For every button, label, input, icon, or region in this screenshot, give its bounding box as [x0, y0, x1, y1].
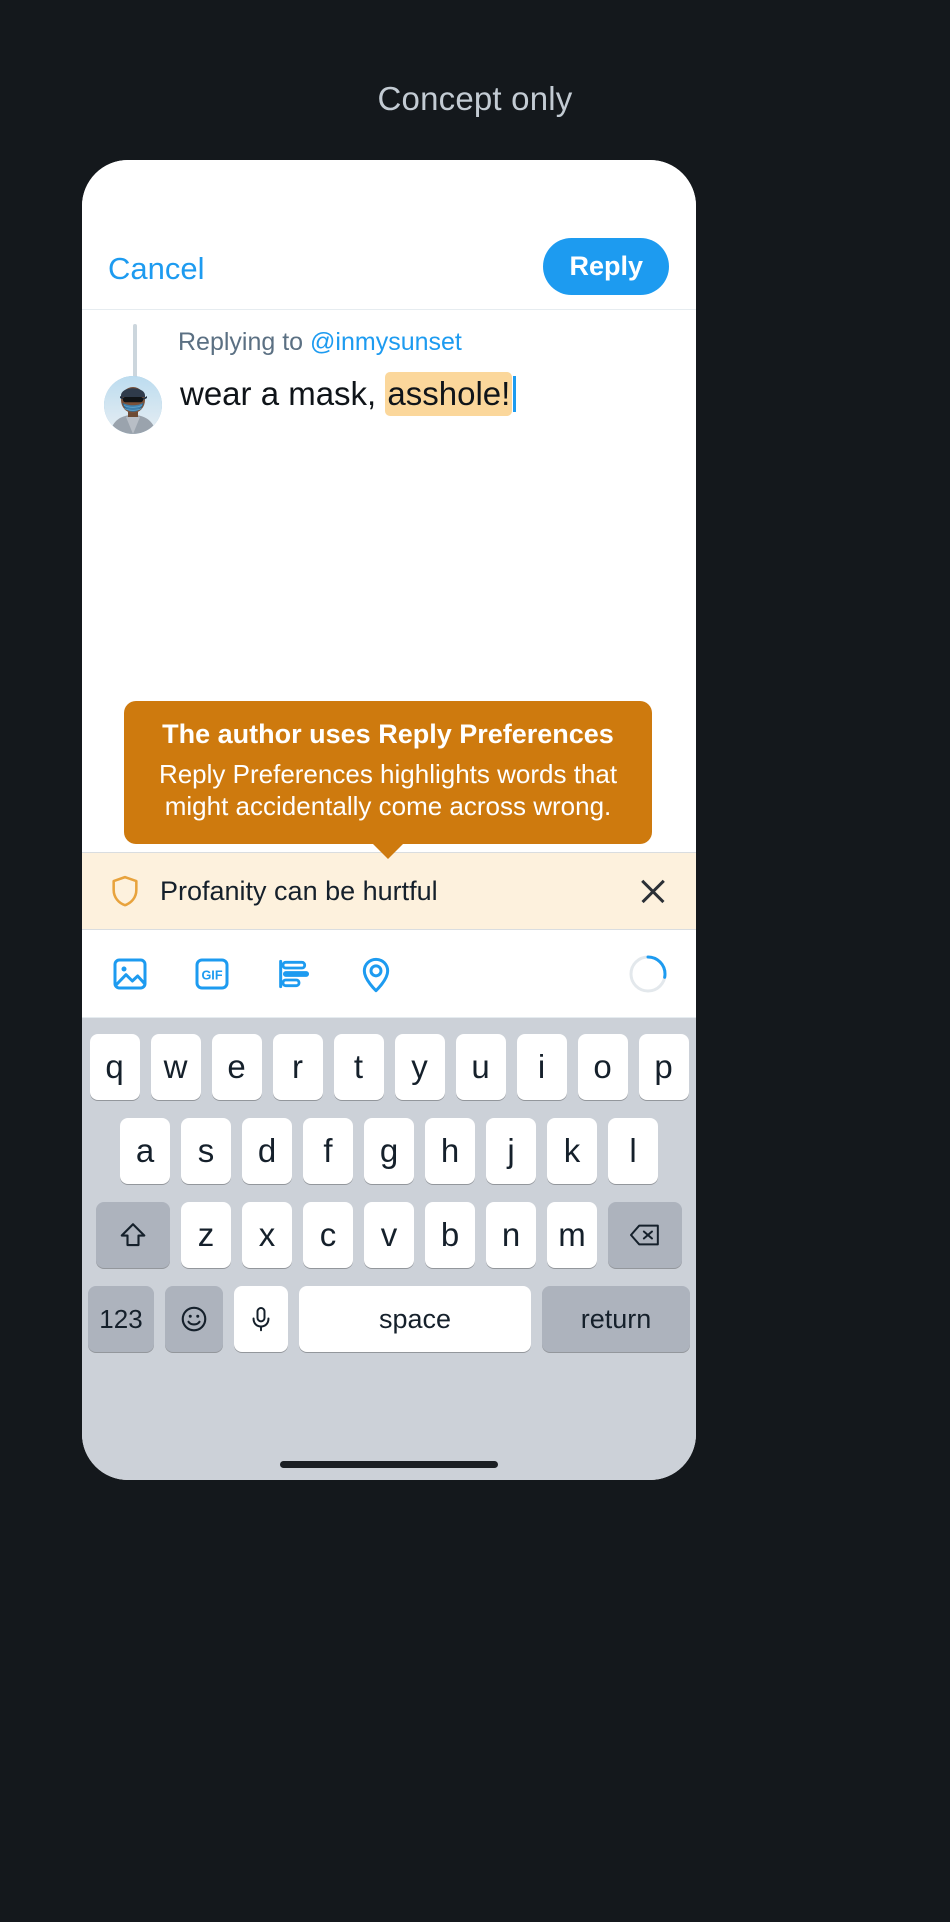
key-m[interactable]: m: [547, 1202, 597, 1268]
text-cursor: [513, 376, 517, 412]
key-d[interactable]: d: [242, 1118, 292, 1184]
keyboard-row-2: a s d f g h j k l: [82, 1118, 696, 1184]
replying-to-prefix: Replying to: [178, 328, 311, 356]
backspace-icon: [630, 1224, 659, 1246]
key-s[interactable]: s: [181, 1118, 231, 1184]
key-p[interactable]: p: [638, 1034, 689, 1100]
key-v[interactable]: v: [364, 1202, 414, 1268]
flagged-word-highlight: asshole!: [385, 372, 513, 416]
compose-toolbar: GIF: [82, 930, 696, 1018]
shift-arrow-icon: [120, 1223, 146, 1247]
key-k[interactable]: k: [547, 1118, 597, 1184]
key-h[interactable]: h: [425, 1118, 475, 1184]
compose-tweet-row: wear a mask, asshole!: [104, 372, 674, 434]
key-b[interactable]: b: [425, 1202, 475, 1268]
key-n[interactable]: n: [486, 1202, 536, 1268]
avatar[interactable]: [104, 376, 162, 434]
virtual-keyboard: q w e r t y u i o p a s d f g h j k l z …: [82, 1018, 696, 1480]
key-a[interactable]: a: [120, 1118, 170, 1184]
microphone-icon: [252, 1307, 270, 1332]
keyboard-row-4: 123 space return: [82, 1286, 696, 1352]
key-q[interactable]: q: [89, 1034, 140, 1100]
keyboard-row-3: z x c v b n m: [82, 1202, 696, 1268]
key-i[interactable]: i: [516, 1034, 567, 1100]
profanity-warning-text: Profanity can be hurtful: [160, 875, 438, 906]
emoji-key[interactable]: [165, 1286, 223, 1352]
keyboard-row-1: q w e r t y u i o p: [82, 1034, 696, 1100]
compose-navbar: Cancel Reply: [82, 160, 696, 310]
return-key[interactable]: return: [542, 1286, 690, 1352]
home-indicator: [280, 1461, 498, 1468]
screenshot-root: Concept only Cancel Reply Replying to @i…: [0, 0, 950, 1922]
phone-frame: Cancel Reply Replying to @inmysunset wea…: [82, 160, 696, 1480]
key-o[interactable]: o: [577, 1034, 628, 1100]
replying-to-label: Replying to @inmysunset: [178, 328, 462, 357]
key-e[interactable]: e: [211, 1034, 262, 1100]
key-g[interactable]: g: [364, 1118, 414, 1184]
key-r[interactable]: r: [272, 1034, 323, 1100]
key-w[interactable]: w: [150, 1034, 201, 1100]
shift-key[interactable]: [96, 1202, 170, 1268]
key-l[interactable]: l: [608, 1118, 658, 1184]
shield-icon: [112, 875, 138, 907]
tooltip-title: The author uses Reply Preferences: [162, 718, 614, 749]
replying-to-handle[interactable]: @inmysunset: [310, 328, 462, 356]
compose-text-plain: wear a mask,: [180, 375, 386, 412]
poll-icon[interactable]: [274, 954, 314, 994]
profanity-warning-banner: Profanity can be hurtful: [82, 852, 696, 930]
key-u[interactable]: u: [455, 1034, 506, 1100]
backspace-key[interactable]: [608, 1202, 682, 1268]
key-y[interactable]: y: [394, 1034, 445, 1100]
cancel-button[interactable]: Cancel: [108, 251, 205, 287]
page-caption: Concept only: [377, 80, 573, 117]
tooltip-arrow: [372, 843, 404, 859]
close-icon[interactable]: [636, 874, 670, 908]
svg-text:GIF: GIF: [201, 968, 222, 982]
compose-text[interactable]: wear a mask, asshole!: [180, 372, 517, 416]
reply-button[interactable]: Reply: [543, 238, 669, 295]
character-count-ring: [629, 955, 667, 992]
space-key[interactable]: space: [299, 1286, 531, 1352]
tooltip-body: Reply Preferences highlights words that …: [158, 758, 618, 822]
smiley-icon: [181, 1306, 207, 1332]
location-icon[interactable]: [356, 954, 396, 994]
numbers-key[interactable]: 123: [88, 1286, 154, 1352]
key-j[interactable]: j: [486, 1118, 536, 1184]
reply-preferences-tooltip: The author uses Reply Preferences Reply …: [124, 700, 652, 859]
compose-area[interactable]: Replying to @inmysunset wear a mask, ass…: [82, 310, 696, 859]
avatar-image: [104, 376, 162, 434]
image-icon[interactable]: [110, 954, 150, 994]
gif-icon[interactable]: GIF: [192, 954, 232, 994]
key-c[interactable]: c: [303, 1202, 353, 1268]
key-f[interactable]: f: [303, 1118, 353, 1184]
microphone-key[interactable]: [234, 1286, 288, 1352]
key-z[interactable]: z: [181, 1202, 231, 1268]
key-t[interactable]: t: [333, 1034, 384, 1100]
key-x[interactable]: x: [242, 1202, 292, 1268]
